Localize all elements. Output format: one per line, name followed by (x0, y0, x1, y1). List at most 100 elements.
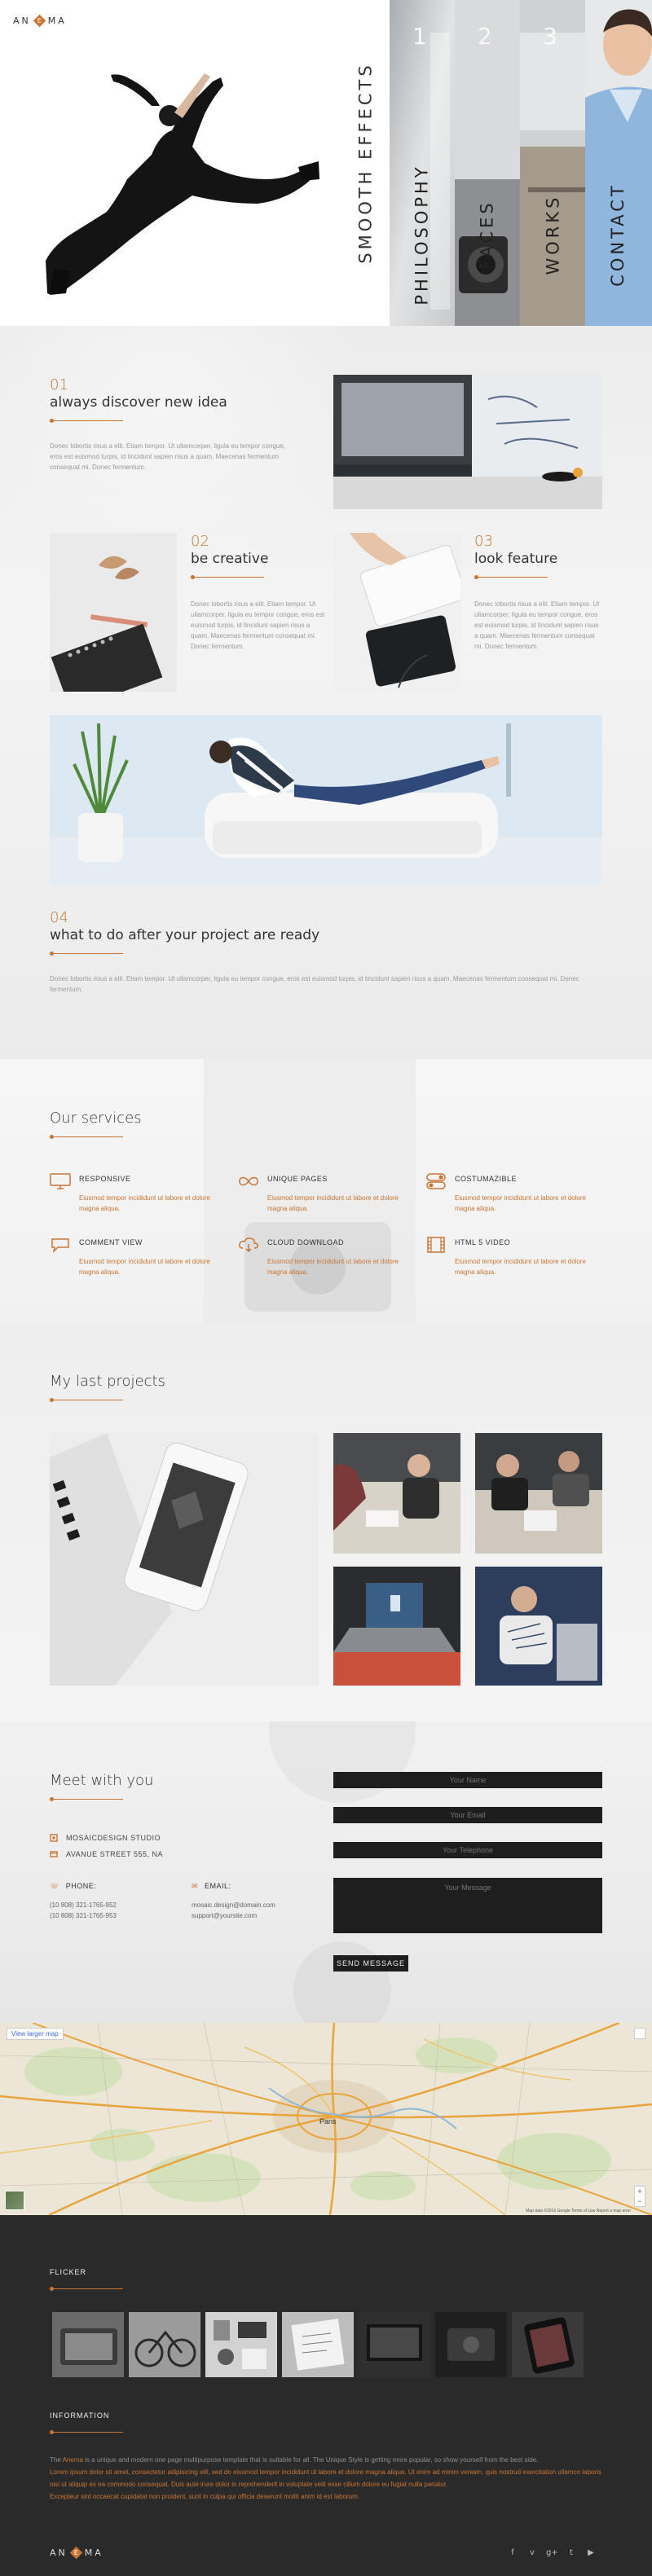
feature-block: 03 look feature Donec lobortis risus a e… (474, 533, 601, 652)
feature-divider (50, 419, 123, 423)
facebook-icon[interactable]: f (507, 2547, 518, 2559)
flicker-thumb[interactable] (205, 2312, 277, 2377)
projects-section: My last projects (0, 1324, 652, 1721)
phone-block: ☏ PHONE: (10 808) 321-1765-952 (10 808) 3… (50, 1881, 117, 1921)
panel-works[interactable]: 3 WORKS (520, 0, 585, 326)
company-name: MOSAICDESIGN STUDIO (66, 1834, 161, 1842)
project-notes-image[interactable] (475, 1567, 602, 1686)
services-heading: Our services (50, 1110, 142, 1139)
feature-number: 04 (50, 909, 68, 926)
logo-text-left: AN (50, 2547, 68, 2558)
page: AN E MA SMOOTH EFFECTS 1 PHILOSOPHY 2 FA… (0, 0, 652, 2576)
section-title: Our services (50, 1110, 142, 1127)
google-plus-icon[interactable]: g+ (546, 2547, 558, 2559)
email-icon: ✉ (192, 1882, 199, 1890)
zoom-control[interactable]: + − (634, 2186, 645, 2207)
project-phone-laptop-image[interactable] (50, 1433, 319, 1686)
building-icon (50, 1834, 58, 1842)
hero-section: AN E MA SMOOTH EFFECTS 1 PHILOSOPHY 2 FA… (0, 0, 652, 326)
phone-number[interactable]: (10 808) 321-1765-953 (50, 1910, 117, 1921)
flicker-thumb[interactable] (512, 2312, 584, 2377)
fullscreen-icon[interactable] (634, 2028, 645, 2039)
feature-text: Donec lobortis risus a elit. Etiam tempo… (474, 600, 600, 650)
panel-contact[interactable]: CONTACT (585, 0, 652, 326)
send-message-button[interactable]: SEND MESSAGE (333, 1955, 408, 1972)
feature-number: 01 (50, 376, 68, 393)
email-label: EMAIL: (205, 1882, 231, 1890)
vimeo-icon[interactable]: v (526, 2547, 538, 2559)
service-text: Eiusmod tempor incididunt ut labore et d… (455, 1194, 586, 1212)
project-desk-team-image[interactable] (475, 1433, 602, 1554)
logo-diamond-icon: E (33, 14, 46, 28)
message-field[interactable] (333, 1878, 602, 1933)
logo-text-right: MA (47, 15, 67, 26)
flicker-divider (50, 2287, 123, 2291)
flicker-thumb[interactable] (129, 2312, 200, 2377)
toggles-icon (426, 1173, 446, 1189)
service-title: RESPONSIVE (79, 1175, 131, 1183)
feature-divider (474, 575, 548, 579)
feature-block: 04 what to do after your project are rea… (50, 909, 604, 995)
twitter-icon[interactable]: t (566, 2547, 577, 2559)
services-section: Our services RESPONSIVE Eiusmod tempor i… (0, 1059, 652, 1324)
contact-section: Meet with you MOSAICDESIGN STUDIO AVANUE… (0, 1721, 652, 2023)
name-field[interactable] (333, 1772, 602, 1788)
map-credit: Map data ©2016 Google Terms of Use Repor… (526, 2209, 631, 2213)
youtube-icon[interactable]: ▶ (585, 2547, 597, 2559)
service-title: CLOUD DOWNLOAD (267, 1238, 345, 1246)
information-divider (50, 2430, 123, 2434)
film-icon (427, 1237, 445, 1253)
site-logo[interactable]: AN E MA (13, 14, 67, 28)
feature-divider (50, 952, 123, 956)
monitor-icon (50, 1173, 71, 1189)
telephone-field[interactable] (333, 1842, 602, 1858)
panel-label: WORKS (543, 194, 562, 275)
phone-icon: ☏ (50, 1882, 59, 1890)
phone-number[interactable]: (10 808) 321-1765-952 (50, 1900, 117, 1910)
panel-philosophy[interactable]: 1 PHILOSOPHY (390, 0, 455, 326)
infinity-icon (239, 1176, 258, 1186)
address-text: AVANUE STREET 555, NA (66, 1850, 164, 1858)
features-section: 01 always discover new idea Donec lobort… (0, 326, 652, 1059)
feature-text: Donec lobortis risus a elit. Etiam tempo… (50, 442, 286, 471)
services-background-image (204, 1059, 416, 1324)
email-field[interactable] (333, 1807, 602, 1823)
flicker-thumb[interactable] (52, 2312, 124, 2377)
keyboard-hands-image (333, 533, 460, 692)
feature-title: always discover new idea (50, 394, 227, 411)
feature-number: 02 (191, 533, 209, 550)
whiteboard-image (333, 375, 602, 509)
section-divider (50, 1135, 123, 1139)
hero-tagline: SMOOTH EFFECTS (356, 62, 377, 264)
service-text: Eiusmod tempor incididunt ut labore et d… (79, 1258, 210, 1276)
phone-label: PHONE: (65, 1882, 97, 1890)
email-address[interactable]: mosaic.design@domain.com (192, 1900, 275, 1910)
panel-faces[interactable]: 2 FACES (455, 0, 520, 326)
dancer-image (46, 73, 319, 295)
service-text: Eiusmod tempor incididunt ut labore et d… (455, 1258, 586, 1276)
feature-text: Donec lobortis risus a elit. Etiam tempo… (50, 975, 579, 993)
service-text: Eiusmod tempor incididunt ut labore et d… (79, 1194, 210, 1212)
feature-number: 03 (474, 533, 493, 550)
contact-heading: Meet with you (50, 1772, 153, 1801)
service-text: Eiusmod tempor incididunt ut labore et d… (267, 1194, 399, 1212)
view-larger-map-link[interactable]: View larger map (7, 2028, 64, 2040)
map-section[interactable]: View larger map Paris + − Map data ©2016 … (0, 2023, 652, 2215)
project-meeting-image[interactable] (333, 1433, 460, 1554)
pencils-notebook-image (50, 533, 177, 692)
projects-heading: My last projects (50, 1373, 165, 1402)
brand-name: Anema (62, 2456, 83, 2464)
feature-block: 02 be creative Donec lobortis risus a el… (191, 533, 329, 652)
flicker-thumb[interactable] (435, 2312, 507, 2377)
flicker-thumb[interactable] (282, 2312, 354, 2377)
information-paragraph: Lorem ipsum dolor sit amet, consectetur … (50, 2468, 601, 2488)
project-laptop-image[interactable] (333, 1567, 460, 1686)
panel-number: 1 (412, 23, 427, 50)
footer-logo[interactable]: AN E MA (50, 2546, 104, 2560)
feature-block: 01 always discover new idea Donec lobort… (50, 376, 294, 473)
satellite-toggle[interactable] (5, 2191, 24, 2210)
flicker-thumb[interactable] (359, 2312, 430, 2377)
cloud-download-icon (239, 1237, 258, 1253)
email-address[interactable]: support@yoursite.com (192, 1910, 275, 1921)
panel-number: 3 (543, 23, 557, 50)
